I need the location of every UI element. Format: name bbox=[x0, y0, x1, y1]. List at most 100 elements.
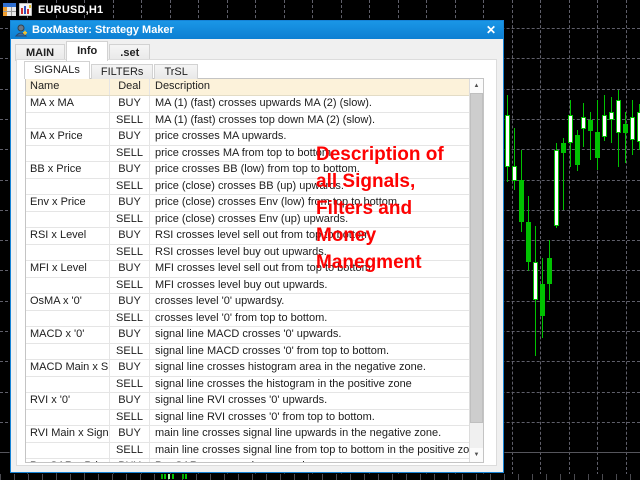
subtab-signals[interactable]: SIGNALs bbox=[24, 61, 90, 79]
cell-deal: SELL bbox=[110, 112, 150, 128]
cell-name bbox=[26, 211, 110, 227]
annotation-line: Money bbox=[316, 225, 377, 246]
cell-name bbox=[26, 409, 110, 425]
cell-name: MA x Price bbox=[26, 129, 110, 145]
table-row[interactable]: MACD x '0' BUY signal line MACD crosses '0… bbox=[26, 327, 483, 344]
cell-description: signal line RVI crosses '0' upwards. bbox=[155, 394, 328, 406]
candlestick bbox=[547, 258, 552, 284]
cell-description: signal line crosses the histogram in the… bbox=[155, 377, 412, 390]
cell-deal: BUY bbox=[110, 294, 150, 310]
axis-tick bbox=[168, 474, 170, 479]
annotation-line: all Signals, bbox=[316, 171, 416, 192]
candlestick bbox=[540, 284, 545, 316]
cell-deal: SELL bbox=[110, 145, 150, 161]
candlestick bbox=[561, 143, 566, 153]
candlestick bbox=[554, 150, 559, 226]
axis-tick bbox=[161, 474, 163, 479]
candlestick bbox=[609, 112, 614, 120]
cell-deal: BUY bbox=[110, 393, 150, 409]
cell-deal: SELL bbox=[110, 178, 150, 194]
candlestick bbox=[526, 222, 531, 262]
candlestick bbox=[519, 180, 524, 222]
table-row[interactable]: MA x MA BUY MA (1) (fast) crosses upwards … bbox=[26, 96, 483, 113]
cell-description: signal line MACD crosses '0' from top to… bbox=[155, 344, 390, 357]
candlestick bbox=[595, 132, 600, 158]
table-row[interactable]: SELL MA (1) (fast) crosses top down MA (2… bbox=[26, 112, 483, 129]
mt4-chart-window: EURUSD,H1 BoxMaster: Strategy Maker ✕ MA… bbox=[0, 0, 640, 480]
cell-name bbox=[26, 343, 110, 359]
cell-deal: BUY bbox=[110, 360, 150, 376]
cell-description: signal line crosses histogram area in th… bbox=[155, 361, 426, 373]
column-header: Name bbox=[26, 79, 110, 95]
cell-deal: SELL bbox=[110, 343, 150, 359]
cell-name: Par SAR x Price bbox=[26, 459, 110, 462]
table-header-row: Name Deal Description bbox=[26, 79, 483, 96]
scroll-down-icon[interactable]: ▼ bbox=[470, 448, 483, 462]
cell-deal: BUY bbox=[110, 459, 150, 462]
cell-description: main line crosses signal line upwards in… bbox=[155, 427, 442, 439]
dialog-titlebar[interactable]: BoxMaster: Strategy Maker ✕ bbox=[11, 21, 503, 39]
cell-deal: BUY bbox=[110, 96, 150, 112]
cell-description: main line crosses signal line from top t… bbox=[155, 443, 469, 456]
table-row[interactable]: SELL main line crosses signal line from t… bbox=[26, 442, 483, 459]
cell-name: MA x MA bbox=[26, 96, 110, 112]
annotation-line: Manegment bbox=[316, 252, 422, 273]
close-icon[interactable]: ✕ bbox=[483, 23, 499, 37]
cell-deal: SELL bbox=[110, 376, 150, 392]
table-row[interactable]: RVI x '0' BUY signal line RVI crosses '0' … bbox=[26, 393, 483, 410]
table-row[interactable]: Par SAR x PriceBUYPar SAR crosses price … bbox=[26, 459, 483, 462]
cell-deal: BUY bbox=[110, 261, 150, 277]
axis-tick bbox=[164, 474, 166, 479]
cell-name: OsMA x '0' bbox=[26, 294, 110, 310]
cell-name: Env x Price bbox=[26, 195, 110, 211]
cell-description: signal line MACD crosses '0' upwards. bbox=[155, 328, 342, 340]
table-row[interactable]: SELL crosses level '0' from top to bottom… bbox=[26, 310, 483, 327]
candlestick bbox=[575, 135, 580, 165]
annotation-line: Filters and bbox=[316, 198, 413, 219]
table-row[interactable]: RVI Main x Sign BUY main line crosses sign… bbox=[26, 426, 483, 443]
candlestick bbox=[602, 115, 607, 137]
cell-deal: SELL bbox=[110, 442, 150, 458]
sub-tab-bar: SIGNALs FILTERs TrSL bbox=[24, 61, 199, 79]
cell-deal: SELL bbox=[110, 244, 150, 260]
cell-name bbox=[26, 178, 110, 194]
candle-wick bbox=[611, 97, 612, 143]
cell-deal: BUY bbox=[110, 162, 150, 178]
table-icon[interactable] bbox=[3, 3, 16, 16]
symbol-timeframe-label: EURUSD,H1 bbox=[38, 3, 104, 16]
cell-name bbox=[26, 277, 110, 293]
candlestick bbox=[512, 166, 517, 181]
table-row[interactable]: SELL signal line RVI crosses '0' from top… bbox=[26, 409, 483, 426]
cell-description: crosses level '0' upwardsy. bbox=[155, 295, 285, 307]
cell-name: RVI x '0' bbox=[26, 393, 110, 409]
scroll-up-icon[interactable]: ▲ bbox=[470, 79, 483, 93]
cell-description: MFI crosses level buy out upwards. bbox=[155, 278, 328, 291]
chart-icon[interactable] bbox=[18, 2, 33, 17]
axis-tick bbox=[172, 474, 174, 479]
cell-description: signal line RVI crosses '0' from top to … bbox=[155, 410, 375, 423]
time-axis bbox=[0, 474, 640, 480]
table-row[interactable]: SELL MFI crosses level buy out upwards. bbox=[26, 277, 483, 294]
cell-name bbox=[26, 376, 110, 392]
cell-deal: SELL bbox=[110, 211, 150, 227]
cell-description: MA (1) (fast) crosses upwards MA (2) (sl… bbox=[155, 97, 372, 109]
candlestick bbox=[616, 100, 621, 133]
table-row[interactable]: OsMA x '0' BUY crosses level '0' upwardsy. bbox=[26, 294, 483, 311]
cell-description: crosses level '0' from top to bottom. bbox=[155, 311, 328, 324]
table-row[interactable]: SELL signal line crosses the histogram in… bbox=[26, 376, 483, 393]
cell-name: MFI x Level bbox=[26, 261, 110, 277]
tab-info[interactable]: Info bbox=[66, 41, 109, 61]
table-row[interactable]: SELL signal line MACD crosses '0' from to… bbox=[26, 343, 483, 360]
candlestick bbox=[630, 117, 635, 140]
subtab-trsl[interactable]: TrSL bbox=[154, 64, 198, 79]
axis-tick bbox=[182, 474, 184, 479]
cell-deal: BUY bbox=[110, 195, 150, 211]
dialog-title: BoxMaster: Strategy Maker bbox=[32, 24, 174, 36]
column-header: Deal bbox=[110, 79, 150, 95]
subtab-filters[interactable]: FILTERs bbox=[90, 64, 154, 79]
strategy-wizard-icon bbox=[14, 24, 28, 37]
cell-deal: BUY bbox=[110, 426, 150, 442]
cell-name bbox=[26, 310, 110, 326]
candlestick bbox=[588, 120, 593, 131]
table-row[interactable]: MACD Main x SignBUY signal line crosses h… bbox=[26, 360, 483, 377]
